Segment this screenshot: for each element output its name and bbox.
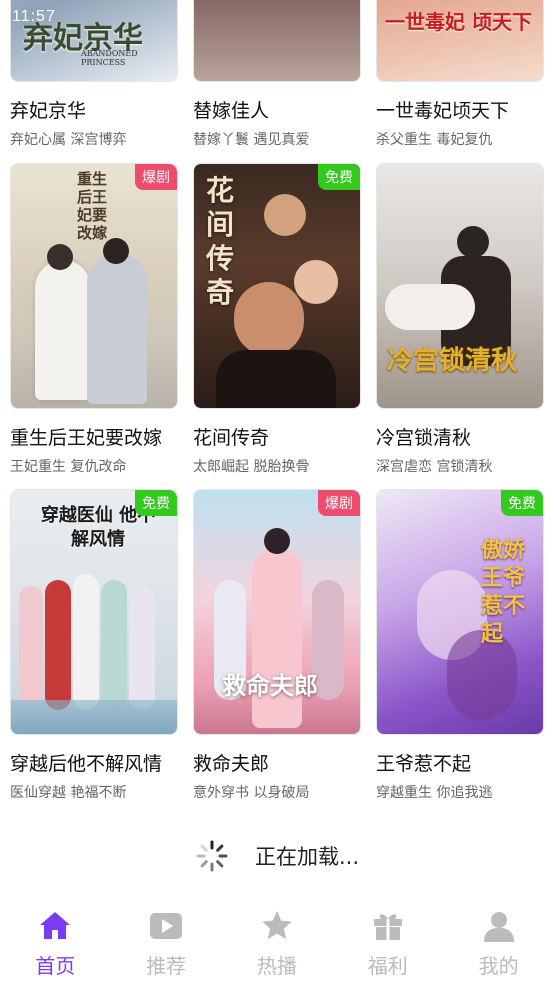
drama-card-2[interactable]: 替嫁佳人 替嫁丫鬟 遇见真爱 xyxy=(193,0,361,149)
badge-free: 免费 xyxy=(135,490,177,516)
drama-card-8[interactable]: 救命夫郎 爆剧 救命夫郎 意外穿书 以身破局 xyxy=(193,489,361,802)
tab-home[interactable]: 首页 xyxy=(0,902,111,984)
tab-label: 我的 xyxy=(478,954,519,978)
drama-poster[interactable]: 重生后王妃要改嫁 爆剧 xyxy=(10,163,178,409)
tab-profile[interactable]: 我的 xyxy=(443,902,554,984)
drama-tags: 深宫虐恋 宫锁清秋 xyxy=(376,459,493,475)
drama-poster[interactable]: 穿越医仙 他不解风情 免费 xyxy=(10,489,178,735)
drama-poster[interactable]: 花间传奇 免费 xyxy=(193,163,361,409)
tab-label: 推荐 xyxy=(146,954,187,978)
tab-label: 首页 xyxy=(35,954,76,978)
poster-title-text: 冷宫锁清秋 xyxy=(387,346,518,376)
drama-poster[interactable]: 冷宫锁清秋 xyxy=(376,163,544,409)
poster-title-text: 救命夫郎 xyxy=(222,671,318,700)
drama-tags: 替嫁丫鬟 遇见真爱 xyxy=(193,132,310,148)
drama-card-4[interactable]: 重生后王妃要改嫁 爆剧 重生后王妃要改嫁 王妃重生 复仇改命 xyxy=(10,163,178,476)
user-icon xyxy=(483,912,514,942)
drama-tags: 太郎崛起 脱胎换骨 xyxy=(193,459,310,475)
drama-poster[interactable]: 一世毒妃 顷天下 xyxy=(376,0,544,82)
drama-card-5[interactable]: 花间传奇 免费 花间传奇 太郎崛起 脱胎换骨 xyxy=(193,163,361,476)
poster-title-text: 花间传奇 xyxy=(206,174,235,309)
tab-recommend[interactable]: 推荐 xyxy=(111,902,222,984)
drama-title[interactable]: 替嫁佳人 xyxy=(193,96,361,123)
drama-tags: 医仙穿越 艳福不断 xyxy=(10,785,127,801)
drama-title[interactable]: 重生后王妃要改嫁 xyxy=(10,423,178,450)
tab-trending[interactable]: 热播 xyxy=(222,902,333,984)
spinner-icon xyxy=(196,840,228,872)
drama-tags: 意外穿书 以身破局 xyxy=(193,785,310,801)
home-icon xyxy=(40,912,71,939)
tab-label: 热播 xyxy=(256,954,297,978)
drama-card-6[interactable]: 冷宫锁清秋 冷宫锁清秋 深宫虐恋 宫锁清秋 xyxy=(376,163,544,476)
tab-label: 福利 xyxy=(367,954,408,978)
drama-poster[interactable]: 救命夫郎 爆剧 xyxy=(193,489,361,735)
badge-hot: 爆剧 xyxy=(318,490,360,516)
poster-subtitle-text: ABANDONED PRINCESS xyxy=(81,49,138,67)
badge-free: 免费 xyxy=(318,164,360,190)
bottom-tab-bar: 首页 推荐 热播 福利 我的 xyxy=(0,902,554,984)
drama-title[interactable]: 救命夫郎 xyxy=(193,749,361,776)
poster-title-text: 傲娇王爷 惹不起 xyxy=(481,537,526,647)
drama-card-7[interactable]: 穿越医仙 他不解风情 免费 穿越后他不解风情 医仙穿越 艳福不断 xyxy=(10,489,178,802)
drama-tags: 王妃重生 复仇改命 xyxy=(10,459,127,475)
drama-card-9[interactable]: 傲娇王爷 惹不起 免费 王爷惹不起 穿越重生 你追我逃 xyxy=(376,489,544,802)
loading-text: 正在加载... xyxy=(254,845,360,869)
poster-title-text: 重生后王妃要改嫁 xyxy=(77,170,108,242)
drama-tags: 穿越重生 你追我逃 xyxy=(376,785,493,801)
drama-title[interactable]: 冷宫锁清秋 xyxy=(376,423,544,450)
tab-benefits[interactable]: 福利 xyxy=(332,902,443,984)
drama-card-3[interactable]: 一世毒妃 顷天下 一世毒妃顷天下 杀父重生 毒妃复仇 xyxy=(376,0,544,149)
drama-title[interactable]: 一世毒妃顷天下 xyxy=(376,96,544,123)
drama-poster[interactable] xyxy=(193,0,361,82)
poster-title-text: 一世毒妃 顷天下 xyxy=(385,10,532,34)
drama-title[interactable]: 穿越后他不解风情 xyxy=(10,749,178,776)
loading-indicator: 正在加载... xyxy=(0,838,554,874)
star-icon xyxy=(262,911,292,939)
drama-title[interactable]: 王爷惹不起 xyxy=(376,749,544,776)
badge-hot: 爆剧 xyxy=(135,164,177,190)
drama-poster[interactable]: 傲娇王爷 惹不起 免费 xyxy=(376,489,544,735)
drama-title[interactable]: 弃妃京华 xyxy=(10,96,178,123)
play-icon xyxy=(150,913,183,939)
gift-icon xyxy=(373,914,402,940)
drama-title[interactable]: 花间传奇 xyxy=(193,423,361,450)
badge-free: 免费 xyxy=(501,490,543,516)
status-time: 11:57 xyxy=(12,8,56,25)
drama-tags: 杀父重生 毒妃复仇 xyxy=(376,132,493,148)
drama-tags: 弃妃心属 深宫博弈 xyxy=(10,132,127,148)
